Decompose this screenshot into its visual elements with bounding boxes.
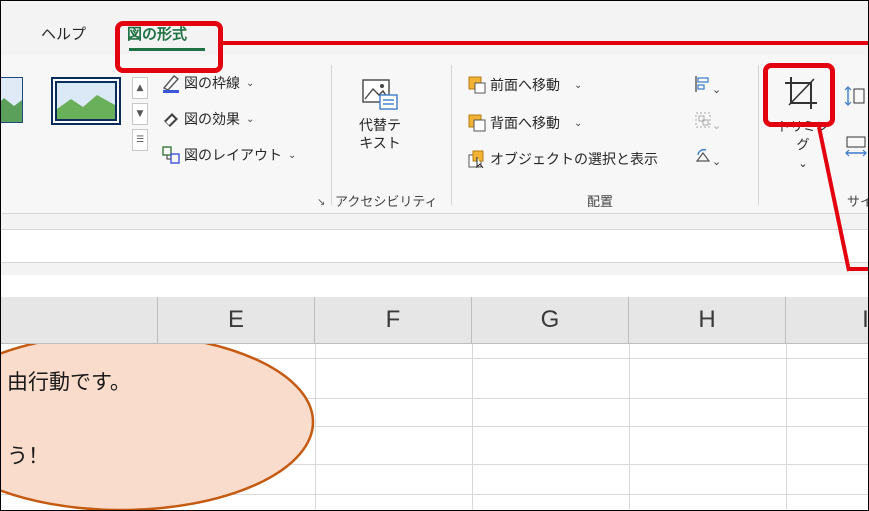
bring-forward-icon — [467, 75, 487, 95]
shape-text-line2: う！ — [7, 444, 49, 468]
worksheet-grid[interactable]: 由行動です。 う！ — [1, 344, 868, 510]
column-header-g[interactable]: G — [472, 297, 629, 343]
picture-style-thumbnail[interactable] — [51, 77, 121, 125]
gallery-scroll-down-icon[interactable]: ▼ — [132, 103, 148, 125]
chevron-down-icon: ⌄ — [246, 113, 255, 125]
chevron-down-icon: ⌄ — [712, 155, 722, 168]
column-header-partial[interactable] — [1, 297, 158, 343]
send-backward-label: 背面へ移動 — [490, 116, 560, 132]
column-header-h[interactable]: H — [629, 297, 786, 343]
ribbon-panel: ▲ ▼ ☰ 図の枠線 ⌄ 図の効果 ⌄ 図のレイアウト ⌄ ↘ 代替テ キスト … — [1, 55, 868, 214]
alt-text-label-line2: キスト — [359, 136, 401, 152]
excel-window: ヘルプ 図の形式 ▲ ▼ ☰ 図の枠線 ⌄ 図の効果 ⌄ 図のレイアウト ⌄ ↘… — [0, 0, 869, 511]
annotation-diagonal-line — [817, 126, 868, 272]
highlight-box-picture-format-tab — [115, 21, 223, 73]
dialog-launcher-icon[interactable]: ↘ — [317, 197, 325, 208]
picture-style-thumbnail-partial[interactable] — [1, 77, 23, 123]
group-objects-button[interactable]: ⌄ — [694, 111, 721, 132]
column-line — [472, 344, 473, 510]
highlight-box-crop-button — [763, 63, 835, 127]
arrange-group-label: 配置 — [587, 195, 614, 210]
selection-pane-label: オブジェクトの選択と表示 — [490, 152, 658, 168]
column-line — [629, 344, 630, 510]
column-header-i[interactable]: I — [786, 297, 868, 343]
gallery-scroll-up-icon[interactable]: ▲ — [132, 77, 148, 99]
annotation-line — [223, 41, 868, 45]
chevron-down-icon: ⌄ — [712, 83, 722, 96]
group-separator — [758, 65, 759, 205]
effects-icon — [161, 109, 181, 129]
selection-pane-button[interactable]: オブジェクトの選択と表示 — [467, 147, 658, 171]
chevron-down-icon: ⌄ — [574, 79, 583, 91]
selection-pane-icon — [467, 149, 487, 169]
picture-border-button[interactable]: 図の枠線 ⌄ — [161, 71, 254, 95]
send-backward-button[interactable]: 背面へ移動 ⌄ — [467, 111, 582, 135]
shape-text-line1: 由行動です。 — [7, 370, 131, 394]
bring-forward-button[interactable]: 前面へ移動 ⌄ — [467, 73, 582, 97]
column-header-e[interactable]: E — [158, 297, 315, 343]
column-header-f[interactable]: F — [315, 297, 472, 343]
picture-border-label: 図の枠線 — [184, 76, 240, 92]
accessibility-group-label: アクセシビリティ — [335, 195, 438, 210]
picture-effects-button[interactable]: 図の効果 ⌄ — [161, 107, 254, 131]
chevron-down-icon: ⌄ — [574, 117, 583, 129]
formula-bar[interactable] — [1, 229, 868, 263]
ribbon: ▲ ▼ ☰ 図の枠線 ⌄ 図の効果 ⌄ 図のレイアウト ⌄ ↘ 代替テ キスト … — [1, 55, 868, 215]
group-separator — [451, 65, 452, 205]
chevron-down-icon: ⌄ — [246, 77, 255, 89]
align-button[interactable]: ⌄ — [694, 75, 721, 96]
tab-help[interactable]: ヘルプ — [41, 23, 86, 44]
picture-layout-label: 図のレイアウト — [184, 148, 282, 164]
picture-effects-label: 図の効果 — [184, 112, 240, 128]
alt-text-label-line1: 代替テ — [359, 118, 401, 134]
send-backward-icon — [467, 113, 487, 133]
chevron-down-icon: ⌄ — [712, 119, 722, 132]
pen-icon — [161, 73, 181, 93]
group-icon — [695, 112, 711, 128]
column-line — [786, 344, 787, 510]
gallery-more-icon[interactable]: ☰ — [132, 129, 148, 151]
column-headers: E F G H I — [1, 297, 868, 344]
alt-text-icon — [355, 75, 405, 117]
picture-layout-button[interactable]: 図のレイアウト ⌄ — [161, 143, 296, 167]
layout-icon — [161, 145, 181, 165]
chevron-down-icon: ⌄ — [288, 149, 297, 161]
height-icon — [843, 85, 865, 111]
rotate-icon — [695, 148, 711, 162]
align-icon — [695, 76, 709, 92]
formula-area — [1, 215, 868, 275]
group-separator — [331, 65, 332, 205]
rotate-button[interactable]: ⌄ — [694, 147, 721, 168]
bring-forward-label: 前面へ移動 — [490, 78, 560, 94]
alt-text-button[interactable]: 代替テ キスト — [355, 75, 405, 153]
